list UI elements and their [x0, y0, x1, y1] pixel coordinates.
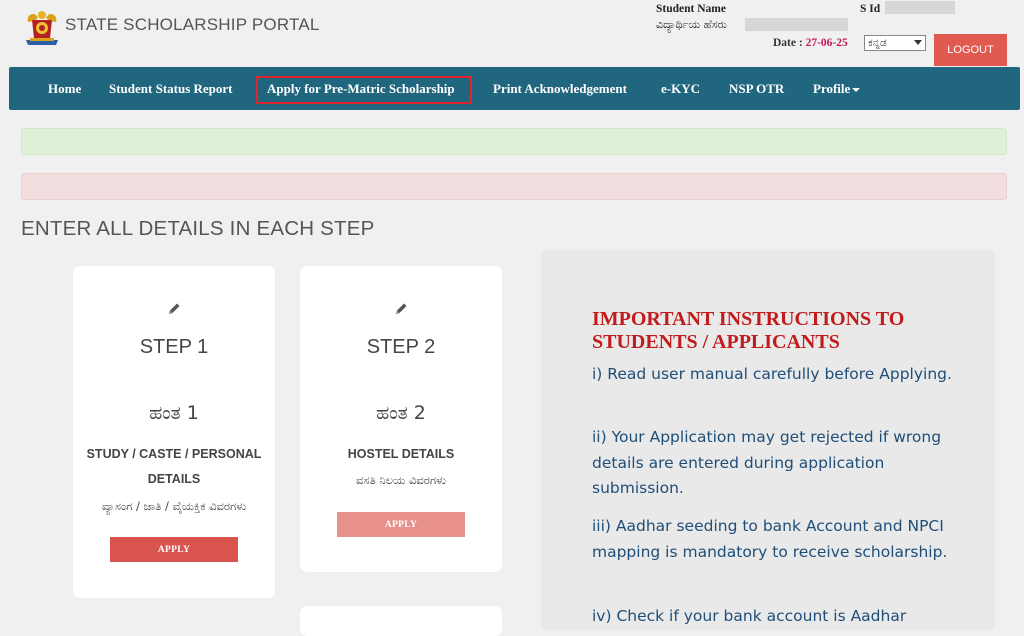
- language-selected-value: ಕನ್ನಡ: [868, 37, 887, 49]
- karnataka-emblem-logo: [26, 11, 58, 45]
- nav-student-status-report[interactable]: Student Status Report: [109, 67, 233, 110]
- nav-profile-dropdown[interactable]: Profile: [813, 67, 861, 110]
- step-card-partial: [300, 606, 502, 636]
- logout-button[interactable]: LOGOUT: [934, 34, 1007, 66]
- nav-apply-pre-matric-scholarship[interactable]: Apply for Pre-Matric Scholarship: [267, 67, 455, 110]
- instruction-item: iv) Check if your bank account is Aadhar: [592, 607, 907, 625]
- nav-print-acknowledgement[interactable]: Print Acknowledgement: [493, 67, 627, 110]
- step-description-line1: STUDY / CASTE / PERSONAL: [86, 447, 262, 461]
- student-id-label: S Id: [860, 3, 881, 15]
- chevron-down-icon: [914, 40, 922, 45]
- instruction-item: iii) Aadhar seeding to bank Account and …: [592, 517, 948, 561]
- language-select[interactable]: ಕನ್ನಡ: [864, 35, 926, 51]
- step-card-1: STEP 1 ಹಂತ 1 STUDY / CASTE / PERSONAL DE…: [73, 266, 275, 598]
- error-alert-bar: [21, 173, 1007, 200]
- nav-home[interactable]: Home: [48, 67, 81, 110]
- page-heading: ENTER ALL DETAILS IN EACH STEP: [21, 217, 375, 240]
- pencil-icon: [169, 303, 180, 314]
- instructions-title: IMPORTANT INSTRUCTIONS TO STUDENTS / APP…: [592, 308, 905, 353]
- nav-profile-label: Profile: [813, 81, 851, 96]
- instruction-item: i) Read user manual carefully before App…: [592, 365, 952, 383]
- step2-apply-button[interactable]: APPLY: [337, 512, 465, 537]
- student-name-label: Student Name: [656, 3, 726, 15]
- step-title-kannada: ಹಂತ 2: [376, 402, 426, 424]
- nav-nsp-otr[interactable]: NSP OTR: [729, 67, 784, 110]
- nav-ekyc[interactable]: e-KYC: [661, 67, 700, 110]
- portal-title: STATE SCHOLARSHIP PORTAL: [65, 15, 320, 34]
- main-navbar: Home Student Status Report Apply for Pre…: [9, 67, 1020, 110]
- step-description: STUDY / CASTE / PERSONAL DETAILS: [73, 442, 275, 492]
- step-title: STEP 1: [139, 336, 209, 358]
- caret-down-icon: [852, 88, 861, 93]
- step-card-2: STEP 2 ಹಂತ 2 HOSTEL DETAILS ವಸತಿ ನಿಲಯ ವಿ…: [300, 266, 502, 572]
- step-description-kannada: ವಸತಿ ನಿಲಯ ವಿವರಗಳು: [355, 473, 447, 487]
- success-alert-bar: [21, 128, 1007, 155]
- instructions-panel: IMPORTANT INSTRUCTIONS TO STUDENTS / APP…: [541, 250, 995, 630]
- step-title: STEP 2: [366, 336, 436, 358]
- date-display: Date : 27-06-25: [773, 37, 848, 49]
- student-id-value: [885, 1, 955, 14]
- step1-apply-button[interactable]: APPLY: [110, 537, 238, 562]
- instruction-item: ii) Your Application may get rejected if…: [592, 428, 942, 497]
- step-description-kannada: ವ್ಯಾಸಂಗ / ಜಾತಿ / ವೈಯಕ್ತಿಕ ವಿವರಗಳು: [101, 499, 247, 513]
- step-description: HOSTEL DETAILS: [347, 447, 455, 461]
- date-label: Date :: [773, 37, 806, 49]
- student-name-value: [745, 18, 848, 31]
- student-name-label-kannada: ವಿದ್ಯಾರ್ಥಿಯ ಹೆಸರು: [656, 18, 727, 31]
- step-title-kannada: ಹಂತ 1: [149, 402, 199, 424]
- step-description-line2: DETAILS: [147, 472, 201, 486]
- pencil-icon: [396, 303, 407, 314]
- header: STATE SCHOLARSHIP PORTAL Student Name ವಿ…: [0, 0, 1024, 68]
- date-value: 27-06-25: [805, 37, 848, 49]
